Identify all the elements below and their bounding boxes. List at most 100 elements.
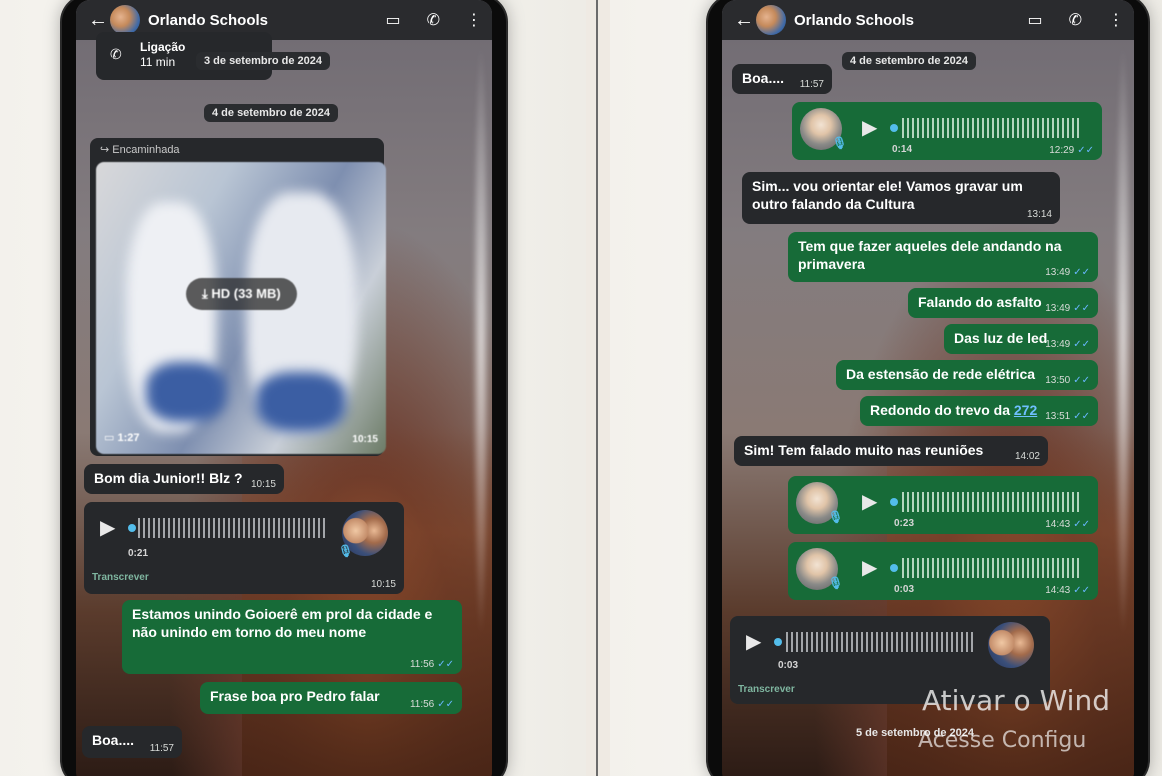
message-time: 14:43 (1045, 518, 1071, 530)
audio-progress-dot[interactable] (774, 638, 782, 646)
transcribe-link[interactable]: Transcrever (92, 572, 149, 585)
message-bubble: Tem que fazer aqueles dele andando na pr… (788, 232, 1098, 282)
play-icon[interactable]: ▶ (862, 116, 877, 141)
audio-duration: 0:03 (894, 584, 915, 595)
contact-avatar[interactable] (110, 5, 140, 35)
message-text: Sim... vou orientar ele! Vamos gravar um… (752, 178, 1023, 212)
forwarded-video-bubble[interactable]: ↪ Encaminhada ⤓ HD (33 MB) ▭ 1:27 10:15 (90, 138, 386, 456)
message-bubble: Sim! Tem falado muito nas reuniões 14:02 (734, 436, 1048, 466)
message-time: 13:49 (1045, 302, 1071, 314)
audio-waveform[interactable] (786, 632, 976, 652)
message-time: 10:15 (370, 578, 396, 590)
left-phone: ← Orlando Schools ▭ ✆ ⋮ ✆ Ligação 11 min… (62, 0, 506, 776)
mic-icon: 🎙 (338, 544, 354, 558)
message-bubble: Redondo do trevo da 272 13:51 ✓✓ (860, 396, 1098, 426)
contact-name[interactable]: Orlando Schools (794, 12, 1001, 29)
audio-progress-dot[interactable] (128, 524, 136, 532)
phone-call-icon[interactable]: ✆ (427, 10, 440, 30)
message-text: Estamos unindo Goioerê em prol da cidade… (132, 606, 433, 640)
video-thumbnail[interactable]: ⤓ HD (33 MB) ▭ 1:27 10:15 (96, 162, 386, 454)
image-divider (596, 0, 598, 776)
video-call-icon[interactable]: ▭ (385, 10, 400, 30)
download-hd-button[interactable]: ⤓ HD (33 MB) (186, 278, 297, 311)
video-time: 10:15 (352, 433, 378, 445)
sender-avatar (988, 622, 1034, 668)
message-bubble: Das luz de led 13:49 ✓✓ (944, 324, 1098, 354)
screen-glare (1114, 40, 1132, 640)
message-bubble: Sim... vou orientar ele! Vamos gravar um… (742, 172, 1060, 224)
menu-icon[interactable]: ⋮ (1108, 10, 1124, 30)
message-text: Tem que fazer aqueles dele andando na pr… (798, 238, 1062, 272)
message-text: Falando do asfalto (918, 294, 1042, 310)
date-chip: 4 de setembro de 2024 (204, 104, 339, 122)
message-text: Bom dia Junior!! Blz ? (94, 470, 243, 486)
message-time: 13:51 (1045, 410, 1071, 422)
message-time: 13:49 (1045, 266, 1071, 278)
message-time: 13:50 (1045, 374, 1071, 386)
read-check-icon: ✓✓ (1073, 338, 1090, 350)
message-bubble: Frase boa pro Pedro falar 11:56 ✓✓ (200, 682, 462, 714)
voice-message-bubble[interactable]: 🎙 ▶ 0:23 14:43 ✓✓ (788, 476, 1098, 534)
video-length-text: 1:27 (117, 432, 140, 445)
message-text: Frase boa pro Pedro falar (210, 688, 380, 704)
audio-progress-dot[interactable] (890, 124, 898, 132)
message-text: Da estensão de rede elétrica (846, 366, 1036, 382)
audio-waveform[interactable] (902, 492, 1082, 512)
video-call-icon[interactable]: ▭ (1027, 10, 1042, 30)
message-link[interactable]: 272 (1014, 402, 1037, 418)
forwarded-text: Encaminhada (112, 144, 180, 156)
message-time: 11:56 (409, 658, 435, 670)
play-icon[interactable]: ▶ (100, 516, 115, 541)
read-check-icon: ✓✓ (1073, 266, 1090, 278)
message-time: 13:14 (1026, 208, 1052, 220)
audio-progress-dot[interactable] (890, 564, 898, 572)
read-check-icon: ✓✓ (1077, 144, 1094, 156)
phone-call-icon[interactable]: ✆ (1069, 10, 1082, 30)
transcribe-link[interactable]: Transcrever (738, 684, 795, 697)
audio-waveform[interactable] (902, 118, 1082, 138)
voice-message-bubble[interactable]: ▶ 0:21 🎙 Transcrever 10:15 (84, 502, 404, 594)
date-chip: 4 de setembro de 2024 (842, 52, 977, 70)
message-text: Sim! Tem falado muito nas reuniões (744, 442, 984, 458)
read-check-icon: ✓✓ (1073, 302, 1090, 314)
play-icon[interactable]: ▶ (862, 490, 877, 515)
date-chip: 3 de setembro de 2024 (196, 52, 331, 70)
audio-duration: 0:14 (892, 144, 913, 155)
back-arrow-icon[interactable]: ← (734, 9, 754, 32)
right-phone: ← Orlando Schools ▭ ✆ ⋮ 4 de setembro de… (708, 0, 1148, 776)
contact-avatar[interactable] (756, 5, 786, 35)
blurred-banner (256, 372, 346, 432)
hd-size-label: HD (33 MB) (211, 286, 281, 301)
read-check-icon: ✓✓ (437, 658, 454, 670)
message-time: 13:49 (1045, 338, 1071, 350)
message-bubble: Boa.... 11:57 (82, 726, 182, 758)
left-photo: ← Orlando Schools ▭ ✆ ⋮ ✆ Ligação 11 min… (0, 0, 586, 776)
message-bubble: Falando do asfalto 13:49 ✓✓ (908, 288, 1098, 318)
back-arrow-icon[interactable]: ← (88, 9, 108, 32)
message-bubble: Da estensão de rede elétrica 13:50 ✓✓ (836, 360, 1098, 390)
right-photo: ← Orlando Schools ▭ ✆ ⋮ 4 de setembro de… (610, 0, 1162, 776)
chat-header: ← Orlando Schools ▭ ✆ ⋮ (722, 0, 1134, 40)
message-bubble: Boa.... 11:57 (732, 64, 832, 94)
contact-name[interactable]: Orlando Schools (148, 12, 359, 29)
play-icon[interactable]: ▶ (746, 630, 761, 655)
voice-message-bubble[interactable]: 🎙 ▶ 0:03 14:43 ✓✓ (788, 542, 1098, 600)
message-bubble: Bom dia Junior!! Blz ? 10:15 (84, 464, 284, 494)
play-icon[interactable]: ▶ (862, 556, 877, 581)
audio-progress-dot[interactable] (890, 498, 898, 506)
message-time: 14:02 (1014, 450, 1040, 462)
voice-message-bubble[interactable]: 🎙 ▶ 0:14 12:29 ✓✓ (792, 102, 1102, 160)
menu-icon[interactable]: ⋮ (466, 10, 482, 30)
message-time: 12:29 (1049, 144, 1075, 156)
audio-duration: 0:23 (894, 518, 915, 529)
read-check-icon: ✓✓ (1073, 584, 1090, 596)
blurred-banner (146, 362, 226, 422)
audio-waveform[interactable] (902, 558, 1082, 578)
message-time: 14:43 (1045, 584, 1071, 596)
message-bubble: Estamos unindo Goioerê em prol da cidade… (122, 600, 462, 674)
forwarded-label: ↪ Encaminhada (100, 144, 180, 156)
audio-waveform[interactable] (138, 518, 328, 538)
phone-missed-icon: ✆ (110, 46, 122, 62)
audio-duration: 0:21 (128, 548, 149, 559)
mic-icon: 🎙 (828, 510, 844, 524)
